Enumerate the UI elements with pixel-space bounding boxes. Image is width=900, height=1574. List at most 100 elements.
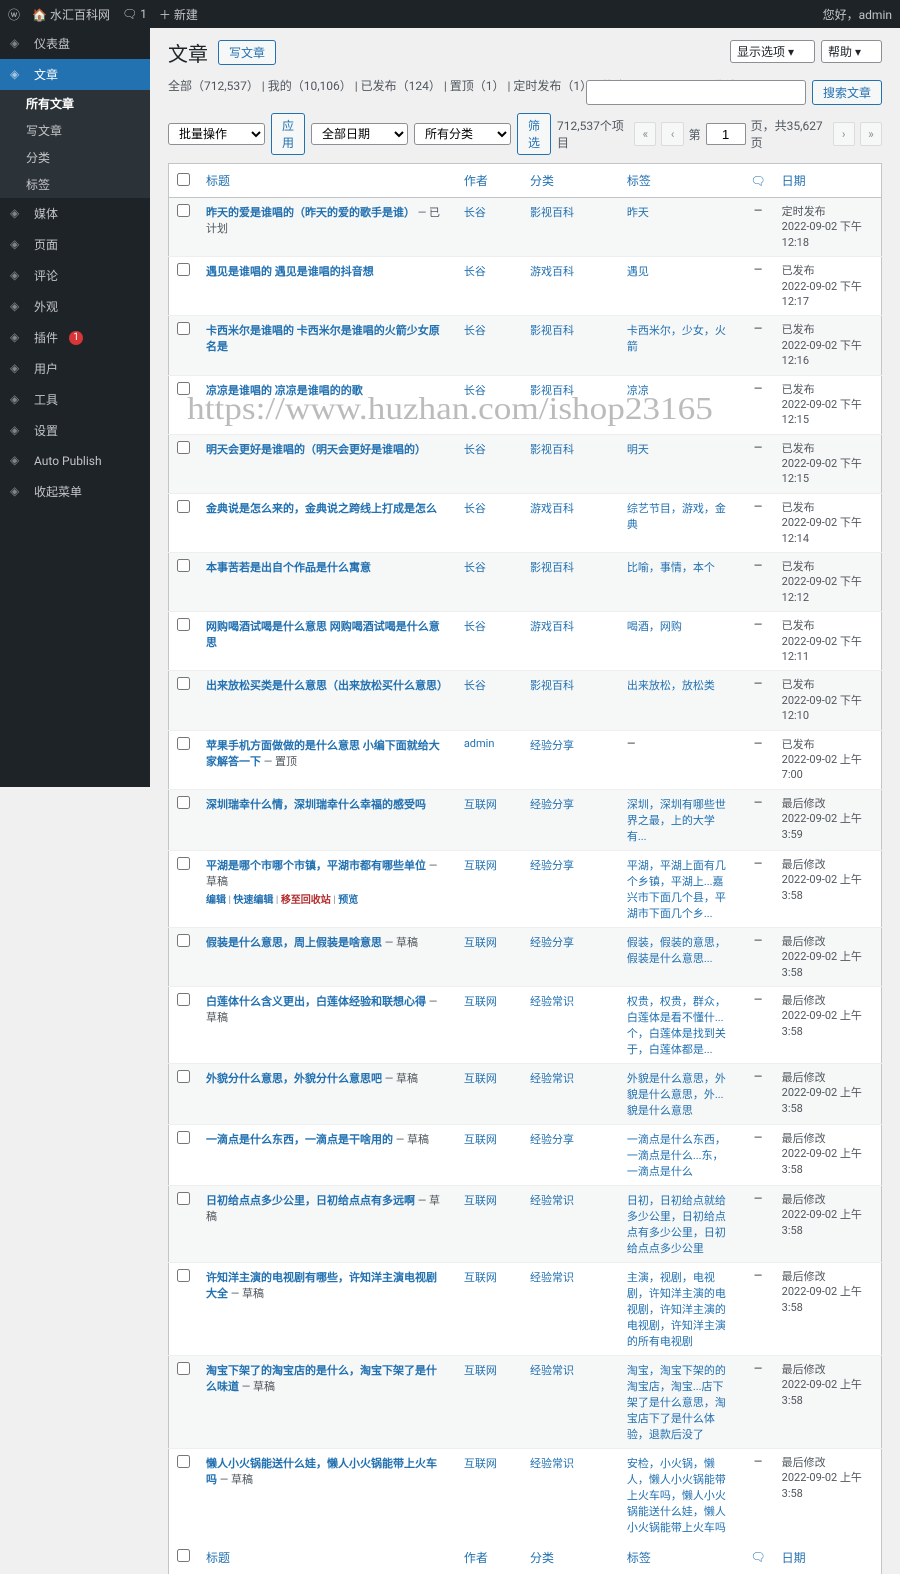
post-title-link[interactable]: 本事苦若是出自个作品是什么寓意	[206, 561, 371, 574]
row-checkbox[interactable]	[177, 263, 190, 276]
category-link[interactable]: 经验分享	[530, 798, 574, 811]
author-link[interactable]: 长谷	[464, 206, 486, 219]
screen-options[interactable]: 显示选项 ▾	[730, 40, 815, 63]
comments-link[interactable]: 🗨 1	[122, 7, 147, 21]
tag-link[interactable]: 日初，日初给点就给多少公里，日初给点点有多少公里，日初给点点多少公里	[627, 1194, 726, 1255]
tag-link[interactable]: 凉凉	[627, 384, 649, 397]
author-link[interactable]: 互联网	[464, 1194, 497, 1207]
author-link[interactable]: 长谷	[464, 679, 486, 692]
category-link[interactable]: 游戏百科	[530, 265, 574, 278]
menu-tools[interactable]: ◈工具	[0, 384, 150, 415]
select-all-bottom[interactable]	[177, 1549, 190, 1562]
author-link[interactable]: 互联网	[464, 995, 497, 1008]
author-link[interactable]: 长谷	[464, 502, 486, 515]
col-category[interactable]: 分类	[522, 164, 619, 198]
author-link[interactable]: 互联网	[464, 1271, 497, 1284]
post-title-link[interactable]: 网购喝酒试喝是什么意思 网购喝酒试喝是什么意思	[206, 620, 440, 649]
col-comments[interactable]: 🗨	[742, 164, 773, 198]
tag-link[interactable]: 一滴点是什么东西，一滴点是什么...东，一滴点是什么	[627, 1133, 726, 1178]
date-filter[interactable]: 全部日期	[311, 123, 408, 145]
menu-appearance[interactable]: ◈外观	[0, 291, 150, 322]
bulk-action-select[interactable]: 批量操作	[168, 123, 265, 145]
row-checkbox[interactable]	[177, 737, 190, 750]
last-page[interactable]: »	[860, 122, 882, 146]
category-link[interactable]: 经验常识	[530, 1194, 574, 1207]
row-checkbox[interactable]	[177, 677, 190, 690]
help-tab[interactable]: 帮助 ▾	[821, 40, 882, 63]
row-checkbox[interactable]	[177, 382, 190, 395]
row-checkbox[interactable]	[177, 1131, 190, 1144]
author-link[interactable]: 长谷	[464, 620, 486, 633]
tag-link[interactable]: 遇见	[627, 265, 649, 278]
post-title-link[interactable]: 出来放松买类是什么意思（出来放松买什么意思）	[206, 679, 448, 692]
row-checkbox[interactable]	[177, 993, 190, 1006]
author-link[interactable]: 互联网	[464, 798, 497, 811]
prev-page[interactable]: ‹	[661, 122, 683, 146]
author-link[interactable]: 互联网	[464, 1072, 497, 1085]
post-title-link[interactable]: 假装是什么意思，周上假装是啥意思	[206, 936, 382, 949]
menu-media[interactable]: ◈媒体	[0, 198, 150, 229]
tag-link[interactable]: 权贵，权贵，群众，白莲体是看不懂什...个，白莲体是找到关于，白莲体都是...	[627, 995, 726, 1056]
menu-plugins[interactable]: ◈插件1	[0, 322, 150, 353]
category-link[interactable]: 经验分享	[530, 1133, 574, 1146]
search-button[interactable]: 搜索文章	[812, 80, 882, 105]
row-checkbox[interactable]	[177, 1362, 190, 1375]
author-link[interactable]: 互联网	[464, 1364, 497, 1377]
post-title-link[interactable]: 白莲体什么含义更出，白莲体经验和联想心得	[206, 995, 426, 1008]
post-title-link[interactable]: 遇见是谁唱的 遇见是谁唱的抖音想	[206, 265, 374, 278]
tag-link[interactable]: 出来放松，放松类	[627, 679, 715, 692]
author-link[interactable]: 互联网	[464, 936, 497, 949]
category-link[interactable]: 经验常识	[530, 995, 574, 1008]
category-link[interactable]: 影视百科	[530, 206, 574, 219]
menu-dashboard[interactable]: ◈仪表盘	[0, 28, 150, 59]
submenu-item[interactable]: 所有文章	[0, 90, 150, 117]
current-page-input[interactable]	[706, 123, 746, 145]
author-link[interactable]: 互联网	[464, 1133, 497, 1146]
row-checkbox[interactable]	[177, 1070, 190, 1083]
post-title-link[interactable]: 金典说是怎么来的，金典说之跨线上打成是怎么	[206, 502, 437, 515]
row-checkbox[interactable]	[177, 618, 190, 631]
category-link[interactable]: 经验常识	[530, 1364, 574, 1377]
category-link[interactable]: 游戏百科	[530, 620, 574, 633]
site-link[interactable]: 🏠 水汇百科网	[32, 6, 110, 23]
tag-link[interactable]: 安检，小火锅，懒人，懒人小火锅能带上火车吗，懒人小火锅能送什么娃，懒人小火锅能带…	[627, 1457, 726, 1534]
author-link[interactable]: 长谷	[464, 324, 486, 337]
category-link[interactable]: 经验常识	[530, 1457, 574, 1470]
tag-link[interactable]: 深圳，深圳有哪些世界之最，上的大学有...	[627, 798, 726, 843]
tag-link[interactable]: 比喻，事情，本个	[627, 561, 715, 574]
row-checkbox[interactable]	[177, 934, 190, 947]
submenu-item[interactable]: 标签	[0, 171, 150, 198]
add-new-button[interactable]: 写文章	[218, 40, 276, 65]
post-title-link[interactable]: 深圳瑞幸什么情，深圳瑞幸什么幸福的感受吗	[206, 798, 426, 811]
search-input[interactable]	[586, 80, 806, 105]
post-title-link[interactable]: 淘宝下架了的淘宝店的是什么，淘宝下架了是什么味道	[206, 1364, 437, 1393]
post-title-link[interactable]: 明天会更好是谁唱的（明天会更好是谁唱的）	[206, 443, 426, 456]
tag-link[interactable]: 主演，视剧，电视剧，许知洋主演的电视剧，许知洋主演的电视剧，许知洋主演的所有电视…	[627, 1271, 726, 1348]
category-link[interactable]: 影视百科	[530, 561, 574, 574]
menu-comments[interactable]: ◈评论	[0, 260, 150, 291]
row-checkbox[interactable]	[177, 322, 190, 335]
row-checkbox[interactable]	[177, 1192, 190, 1205]
post-title-link[interactable]: 平湖是哪个市哪个市镇，平湖市都有哪些单位	[206, 859, 426, 872]
category-filter[interactable]: 所有分类	[414, 123, 511, 145]
greeting[interactable]: 您好，admin	[823, 6, 892, 23]
apply-button[interactable]: 应用	[271, 113, 305, 155]
category-link[interactable]: 游戏百科	[530, 502, 574, 515]
row-checkbox[interactable]	[177, 204, 190, 217]
submenu-item[interactable]: 分类	[0, 144, 150, 171]
next-page[interactable]: ›	[833, 122, 855, 146]
post-title-link[interactable]: 日初给点点多少公里，日初给点点有多远啊	[206, 1194, 415, 1207]
author-link[interactable]: 长谷	[464, 384, 486, 397]
category-link[interactable]: 影视百科	[530, 384, 574, 397]
category-link[interactable]: 影视百科	[530, 679, 574, 692]
col-tags[interactable]: 标签	[619, 164, 743, 198]
row-checkbox[interactable]	[177, 857, 190, 870]
col-date[interactable]: 日期	[774, 164, 882, 198]
category-link[interactable]: 经验常识	[530, 1271, 574, 1284]
row-checkbox[interactable]	[177, 559, 190, 572]
first-page[interactable]: «	[634, 122, 656, 146]
new-content[interactable]: ＋ 新建	[159, 6, 198, 23]
category-link[interactable]: 经验分享	[530, 936, 574, 949]
post-title-link[interactable]: 卡西米尔是谁唱的 卡西米尔是谁唱的火箭少女原名是	[206, 324, 440, 353]
category-link[interactable]: 经验分享	[530, 739, 574, 752]
